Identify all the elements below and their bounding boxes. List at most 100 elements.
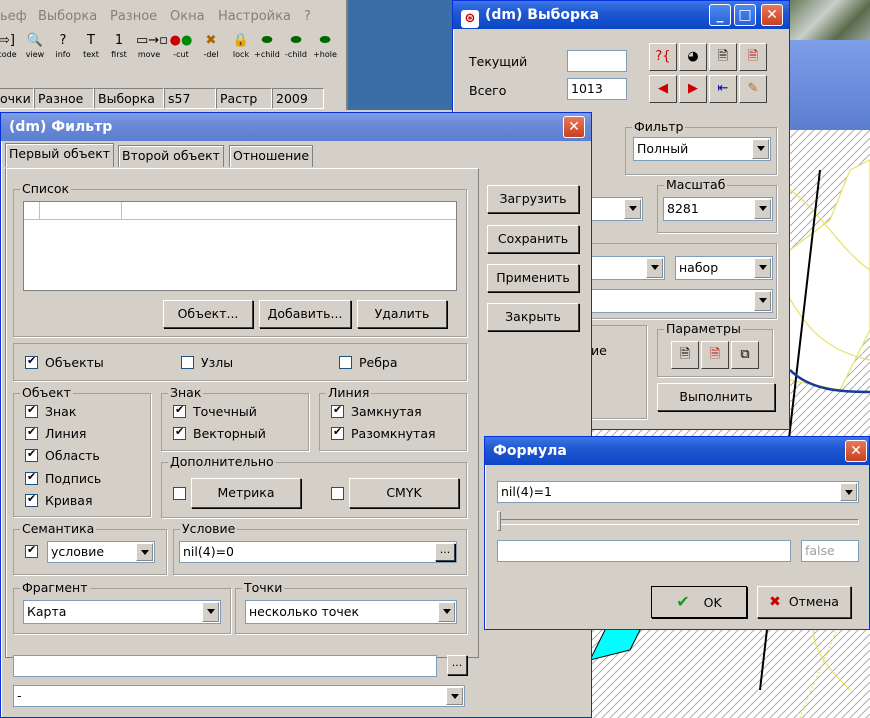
params-copy-icon[interactable]: ⧉ xyxy=(731,341,759,369)
chevron-down-icon[interactable] xyxy=(624,199,641,219)
points-combo[interactable]: несколько точек xyxy=(245,600,457,624)
formula-combo[interactable]: nil(4)=1 xyxy=(497,481,859,503)
params-doc-icon[interactable]: 🗎 xyxy=(671,341,699,369)
chevron-down-icon[interactable] xyxy=(438,602,455,622)
fragment-combo[interactable]: Карта xyxy=(23,600,221,624)
text-icon[interactable]: Ttext xyxy=(78,34,104,64)
object-sign-checkbox[interactable] xyxy=(25,403,38,418)
object-area-checkbox[interactable] xyxy=(25,447,38,462)
chevron-down-icon[interactable] xyxy=(840,483,857,501)
list-arrow-icon[interactable]: ⇤ xyxy=(709,75,737,103)
formula-dialog-titlebar[interactable]: Формула ✕ xyxy=(485,437,869,465)
params-save-icon[interactable]: 🗎 xyxy=(701,341,729,369)
chevron-down-icon[interactable] xyxy=(646,258,663,278)
sign-point-checkbox[interactable] xyxy=(173,403,186,418)
brush-icon[interactable]: ✎ xyxy=(739,75,767,103)
object-line-checkbox[interactable] xyxy=(25,425,38,440)
object-button[interactable]: Объект... xyxy=(163,300,253,328)
semantics-combo[interactable]: условие xyxy=(47,541,155,563)
list-column-2[interactable] xyxy=(40,202,122,220)
tab-relation[interactable]: Отношение xyxy=(229,145,314,167)
sign-vector-checkbox[interactable] xyxy=(173,425,186,440)
load-button[interactable]: Загрузить xyxy=(487,185,579,213)
criteria-combo-wide[interactable] xyxy=(591,289,773,313)
bottom-ellipsis-button[interactable]: ... xyxy=(447,655,467,675)
bottom-field[interactable] xyxy=(13,655,437,677)
arrow-right-icon[interactable]: ▶ xyxy=(679,75,707,103)
object-caption-checkbox[interactable] xyxy=(25,470,38,485)
close-button[interactable]: ✕ xyxy=(845,440,867,462)
view-icon[interactable]: 🔍 view xyxy=(22,34,48,64)
list-column-1[interactable] xyxy=(24,202,40,220)
save-doc-icon[interactable]: 🗎 xyxy=(739,43,767,71)
current-field[interactable] xyxy=(567,50,627,72)
maximize-button[interactable]: □ xyxy=(734,4,756,26)
scale-combo[interactable]: 8281 xyxy=(663,197,773,221)
menu-item-misc[interactable]: Разное xyxy=(110,9,157,24)
lock-icon[interactable]: 🔒 lock xyxy=(228,34,254,64)
criteria-combo-left[interactable] xyxy=(591,256,665,280)
document-icon[interactable]: 🗎 xyxy=(709,43,737,71)
arrow-left-icon[interactable]: ◀ xyxy=(649,75,677,103)
chevron-down-icon[interactable] xyxy=(754,291,771,311)
semantics-checkbox[interactable] xyxy=(25,543,38,558)
cancel-button[interactable]: ✖ Отмена xyxy=(757,586,851,618)
set-combo[interactable]: набор xyxy=(675,256,773,280)
close-dialog-button[interactable]: Закрыть xyxy=(487,303,579,331)
cut-icon[interactable]: ●● -cut xyxy=(168,34,194,64)
del-icon[interactable]: ✖ -del xyxy=(198,34,224,64)
condition-ellipsis-button[interactable]: ... xyxy=(435,543,455,561)
ok-button[interactable]: ✔ OK xyxy=(651,586,747,618)
menu-item-settings[interactable]: Настройка xyxy=(218,9,291,24)
menu-item-windows[interactable]: Окна xyxy=(170,9,205,24)
filter-combo[interactable]: Полный xyxy=(633,137,771,161)
tab-second-object[interactable]: Второй объект xyxy=(118,145,224,167)
result-field[interactable] xyxy=(497,540,791,562)
add-child-icon[interactable]: ⬬ +child xyxy=(254,34,280,64)
nodes-checkbox[interactable] xyxy=(181,356,194,369)
query-icon[interactable]: ?{ xyxy=(649,43,677,71)
object-curve-checkbox[interactable] xyxy=(25,492,38,507)
add-button[interactable]: Добавить... xyxy=(259,300,351,328)
metric-button[interactable]: Метрика xyxy=(191,478,301,508)
apply-button[interactable]: Применить xyxy=(487,264,579,292)
delete-button[interactable]: Удалить xyxy=(357,300,447,328)
metric-checkbox[interactable] xyxy=(173,487,186,500)
minimize-button[interactable]: _ xyxy=(709,4,731,26)
cmyk-button[interactable]: CMYK xyxy=(349,478,459,508)
line-open-checkbox[interactable] xyxy=(331,425,344,440)
selection-window-titlebar[interactable]: ⊛ (dm) Выборка _ □ ✕ xyxy=(453,1,789,29)
cmyk-checkbox[interactable] xyxy=(331,487,344,500)
chevron-down-icon[interactable] xyxy=(136,543,153,561)
move-icon[interactable]: ▭→▫ move xyxy=(136,34,168,64)
formula-slider-thumb[interactable] xyxy=(497,511,501,531)
menu-item-file[interactable]: ьеф xyxy=(0,9,27,24)
filter-window-titlebar[interactable]: (dm) Фильтр ✕ xyxy=(1,113,591,141)
palette-icon[interactable]: ◕ xyxy=(679,43,707,71)
bottom-combo[interactable]: - xyxy=(13,685,465,707)
add-hole-icon[interactable]: ⬬ +hole xyxy=(312,34,338,64)
close-button[interactable]: ✕ xyxy=(761,4,783,26)
execute-button[interactable]: Выполнить xyxy=(657,383,775,411)
menu-item-selection[interactable]: Выборка xyxy=(38,9,97,24)
list-view[interactable] xyxy=(23,201,457,291)
chevron-down-icon[interactable] xyxy=(202,602,219,622)
close-button[interactable]: ✕ xyxy=(563,116,585,138)
code-icon[interactable]: ⇨]code xyxy=(0,34,20,64)
save-button[interactable]: Сохранить xyxy=(487,225,579,253)
info-icon[interactable]: ? info xyxy=(50,34,76,64)
tab-first-object[interactable]: Первый объект xyxy=(5,143,115,167)
line-closed-checkbox[interactable] xyxy=(331,403,344,418)
chevron-down-icon[interactable] xyxy=(752,139,769,159)
remove-child-icon[interactable]: ⬬ -child xyxy=(283,34,309,64)
first-icon[interactable]: 1 first xyxy=(106,34,132,64)
scale-left-combo[interactable] xyxy=(591,197,643,221)
formula-track[interactable] xyxy=(497,519,859,525)
objects-checkbox[interactable] xyxy=(25,354,38,369)
chevron-down-icon[interactable] xyxy=(754,199,771,219)
condition-field[interactable]: nil(4)=0 xyxy=(179,541,457,563)
edges-checkbox[interactable] xyxy=(339,356,352,369)
chevron-down-icon[interactable] xyxy=(446,687,463,705)
menu-item-help[interactable]: ? xyxy=(304,9,311,24)
chevron-down-icon[interactable] xyxy=(754,258,771,278)
